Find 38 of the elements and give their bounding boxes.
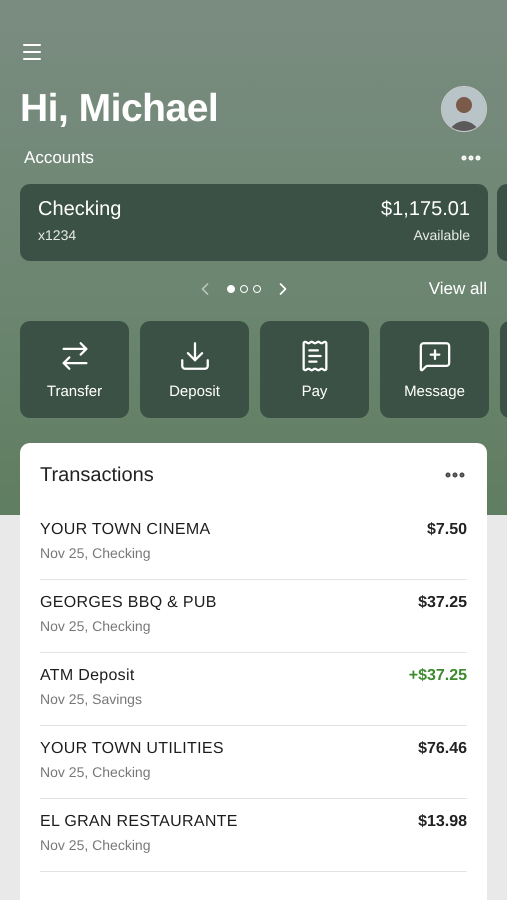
view-all-link[interactable]: View all [428,279,487,299]
account-name: Checking [38,198,122,221]
transaction-amount: $76.46 [418,740,467,759]
merchant-name: ATM Deposit [40,667,135,685]
transaction-row[interactable]: YOUR TOWN UTILITIES Nov 25, Checking $76.46 [40,726,467,799]
greeting: Hi, Michael [20,87,218,131]
transaction-amount: $13.98 [418,813,467,832]
avatar[interactable] [441,86,487,132]
transaction-detail: Nov 25, Checking [40,837,151,853]
transaction-detail: Nov 25, Checking [40,545,151,561]
transaction-amount: $37.25 [418,594,467,613]
card-title: Transactions [40,464,154,486]
account-card[interactable]: Checking x1234 $1,175.01 Available [20,184,488,261]
page-dot[interactable] [227,285,236,293]
transaction-detail: Nov 25, Savings [40,691,142,707]
merchant-name: EL GRAN RESTAURANTE [40,813,238,831]
transaction-row[interactable]: GEORGES BBQ & PUB Nov 25, Checking $37.25 [40,580,467,653]
transaction-detail: Nov 25, Checking [40,764,151,780]
action-button[interactable]: Transfer [20,321,129,418]
action-button[interactable]: Message [380,321,489,418]
transaction-row[interactable]: ATM Deposit Nov 25, Savings +$37.25 [40,653,467,726]
transaction-amount: +$37.25 [408,667,467,686]
merchant-name: YOUR TOWN CINEMA [40,521,210,539]
account-balance: $1,175.01 [381,198,470,221]
merchant-name: YOUR TOWN UTILITIES [40,740,224,758]
transaction-amount: $7.50 [426,521,467,540]
action-button[interactable]: Pay [260,321,369,418]
section-title: Accounts [24,148,94,168]
transaction-row[interactable]: EL GRAN RESTAURANTE Nov 25, Checking $13.98 [40,799,467,872]
transaction-detail: Nov 25, Checking [40,618,151,634]
balance-label: Available [413,227,470,243]
account-number: x1234 [38,227,76,243]
chat-plus-icon [418,339,452,373]
action-button[interactable]: Deposit [140,321,249,418]
page-dot[interactable] [253,285,262,293]
page-dot[interactable] [240,285,248,293]
transaction-row[interactable]: YOUR TOWN CINEMA Nov 25, Checking $7.50 [40,507,467,580]
merchant-name: GEORGES BBQ & PUB [40,594,217,612]
